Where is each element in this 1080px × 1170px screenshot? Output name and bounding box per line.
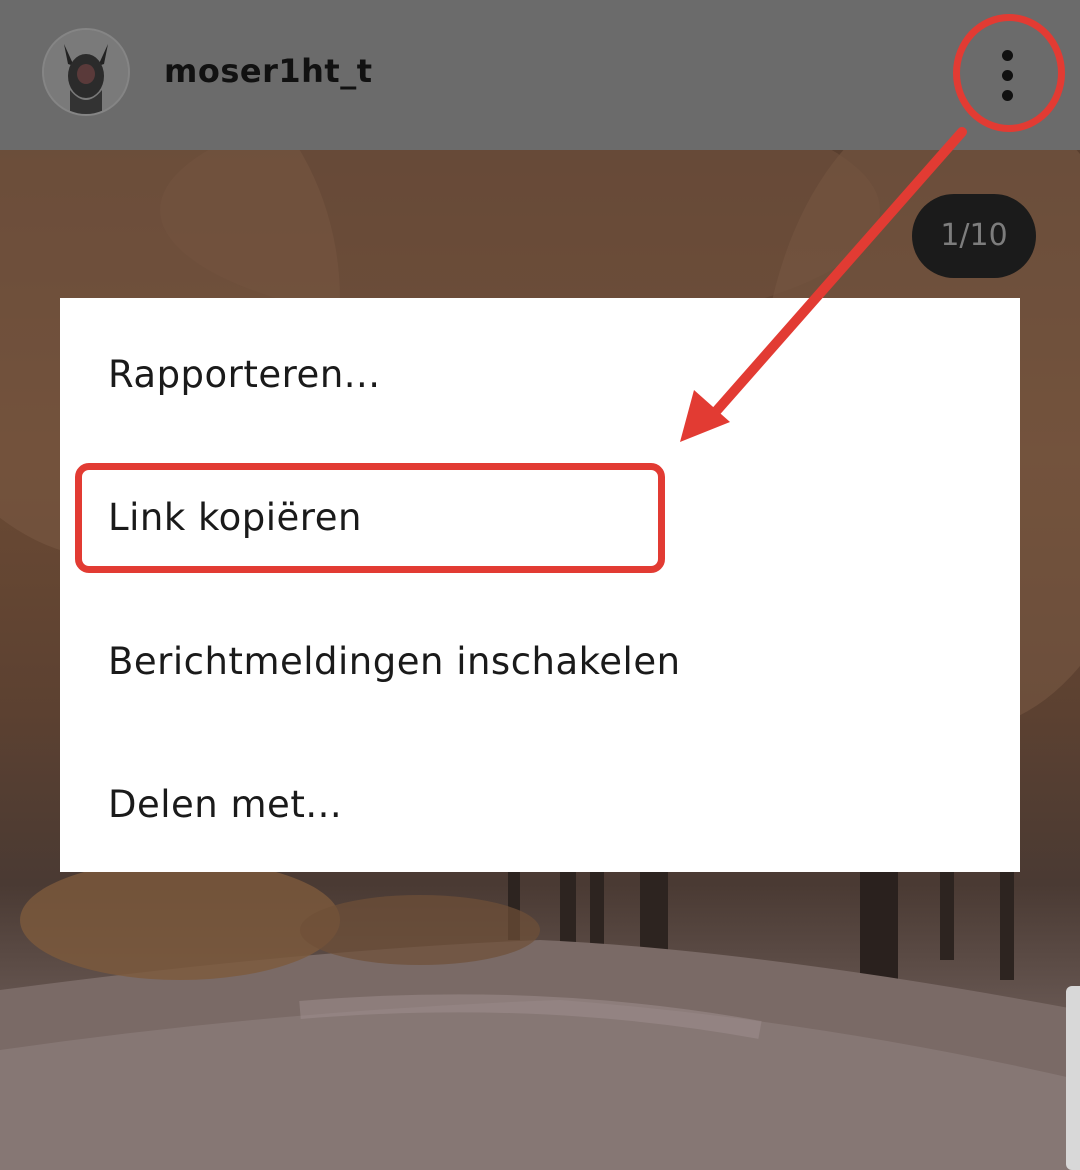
scrollbar[interactable] (1066, 986, 1080, 1170)
annotation-arrow-icon (680, 127, 967, 442)
